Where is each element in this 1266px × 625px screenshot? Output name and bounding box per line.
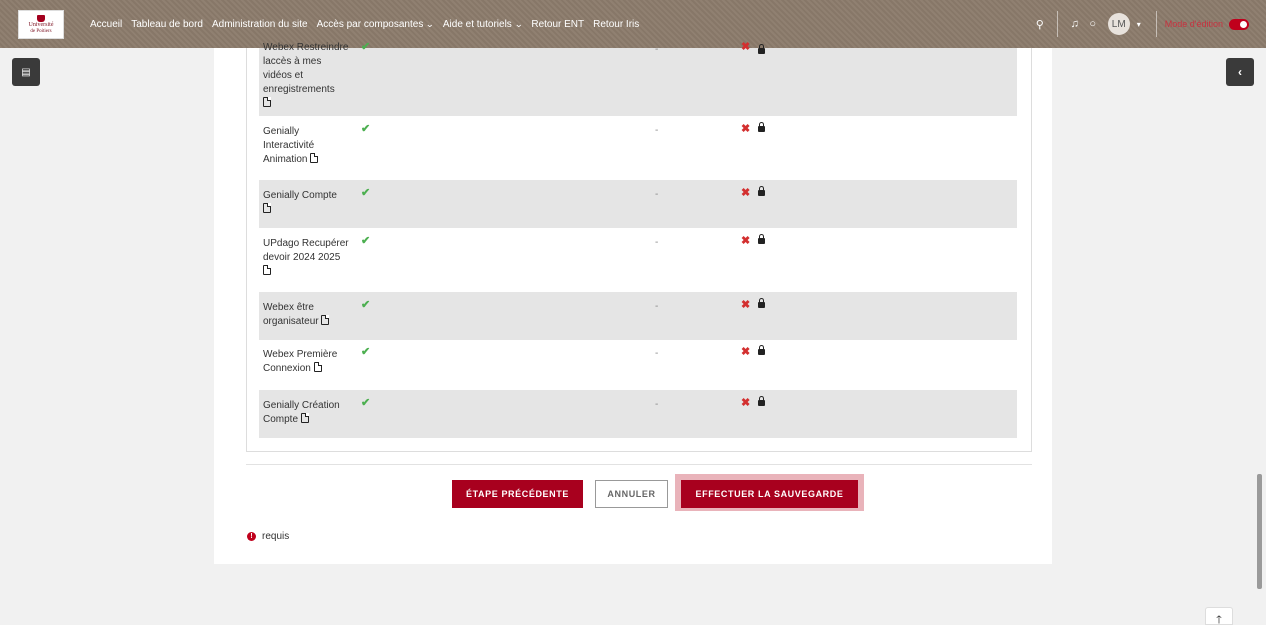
required-label: requis — [262, 531, 290, 542]
setting-value: - — [655, 348, 659, 359]
chevron-down-icon[interactable]: ▾ — [1130, 20, 1148, 29]
table-row: Webex Première Connexion ✔ - ✖ — [259, 340, 1017, 390]
divider — [1056, 11, 1058, 37]
check-icon[interactable]: ✔ — [361, 40, 370, 53]
nav-acces-composantes[interactable]: Accès par composantes ⌄ — [317, 18, 435, 30]
previous-step-button[interactable]: ÉTAPE PRÉCÉDENTE — [452, 480, 583, 508]
course-index-toggle-button[interactable]: ▤ — [12, 58, 40, 86]
check-icon[interactable]: ✔ — [361, 298, 370, 311]
required-legend: ! requis — [247, 531, 289, 542]
cross-icon[interactable]: ✖ — [741, 234, 750, 247]
settings-table-container: Webex Restreindre laccès à mes vidéos et… — [246, 41, 1032, 452]
exclamation-icon: ! — [247, 532, 256, 541]
cross-icon[interactable]: ✖ — [741, 298, 750, 311]
table-row: Genially Création Compte ✔ - ✖ — [259, 390, 1017, 438]
university-logo[interactable]: Université de Poitiers — [18, 10, 64, 39]
form-divider — [246, 464, 1032, 465]
nav-tableau-de-bord[interactable]: Tableau de bord — [131, 19, 203, 30]
navbar-actions: ⚲ ♫ ○ LM ▾ Mode d'édition — [1031, 0, 1266, 48]
lock-icon — [758, 122, 765, 132]
activity-name: Genially Compte — [263, 190, 337, 201]
divider — [1155, 11, 1157, 37]
activity-name: Webex Restreindre laccès à mes vidéos et… — [263, 42, 349, 95]
check-icon[interactable]: ✔ — [361, 396, 370, 409]
lock-icon — [758, 396, 765, 406]
chevron-left-icon: ‹ — [1238, 65, 1242, 79]
nav-aide-tutoriels[interactable]: Aide et tutoriels ⌄ — [443, 18, 524, 30]
table-row: UPdago Recupérer devoir 2024 2025 ✔ - ✖ — [259, 228, 1017, 292]
check-icon[interactable]: ✔ — [361, 345, 370, 358]
back-to-top-button[interactable]: 🡑 — [1205, 607, 1233, 625]
cancel-button[interactable]: ANNULER — [595, 480, 668, 508]
scrollbar-thumb[interactable] — [1257, 474, 1262, 589]
crest-icon — [37, 15, 45, 22]
nav-retour-iris[interactable]: Retour Iris — [593, 19, 639, 30]
activity-name: Webex être organisateur — [263, 302, 319, 327]
lock-icon — [758, 345, 765, 355]
lock-icon — [758, 298, 765, 308]
activity-name: Webex Première Connexion — [263, 349, 338, 374]
lock-icon — [758, 44, 765, 54]
avatar[interactable]: LM — [1107, 13, 1130, 35]
setting-value: - — [655, 399, 659, 410]
activity-name: UPdago Recupérer devoir 2024 2025 — [263, 238, 349, 263]
chat-icon[interactable]: ○ — [1084, 18, 1102, 30]
document-icon — [263, 203, 271, 213]
arrow-up-icon: 🡑 — [1216, 614, 1222, 625]
document-icon — [300, 413, 309, 423]
logo-line1: Université — [28, 22, 54, 28]
chevron-down-icon: ⌄ — [425, 18, 435, 29]
lock-icon — [758, 186, 765, 196]
bell-icon[interactable]: ♫ — [1066, 18, 1084, 30]
block-drawer-toggle-button[interactable]: ‹ — [1226, 58, 1254, 86]
edit-mode-label: Mode d'édition — [1164, 19, 1223, 29]
chevron-down-icon: ⌄ — [514, 18, 524, 29]
top-navbar: Université de Poitiers Accueil Tableau d… — [0, 0, 1266, 48]
setting-value: - — [655, 44, 659, 55]
document-icon — [321, 315, 330, 325]
cross-icon[interactable]: ✖ — [741, 122, 750, 135]
document-icon — [313, 362, 322, 372]
nav-retour-ent[interactable]: Retour ENT — [531, 19, 584, 30]
cross-icon[interactable]: ✖ — [741, 345, 750, 358]
document-icon — [310, 153, 319, 163]
check-icon[interactable]: ✔ — [361, 234, 370, 247]
search-icon[interactable]: ⚲ — [1031, 18, 1049, 31]
lock-icon — [758, 234, 765, 244]
setting-value: - — [655, 301, 659, 312]
check-icon[interactable]: ✔ — [361, 186, 370, 199]
activity-settings-table: Webex Restreindre laccès à mes vidéos et… — [259, 41, 1017, 438]
nav-accueil[interactable]: Accueil — [90, 19, 122, 30]
main-content-card: Webex Restreindre laccès à mes vidéos et… — [214, 41, 1052, 564]
edit-mode-toggle[interactable] — [1229, 18, 1249, 30]
nav-administration[interactable]: Administration du site — [212, 19, 308, 30]
list-icon: ▤ — [21, 66, 31, 78]
logo-line2: de Poitiers — [30, 29, 52, 34]
document-icon — [263, 97, 271, 107]
setting-value: - — [655, 125, 659, 136]
table-row: Webex Restreindre laccès à mes vidéos et… — [259, 41, 1017, 116]
cross-icon[interactable]: ✖ — [741, 40, 750, 53]
setting-value: - — [655, 237, 659, 248]
table-row: Webex être organisateur ✔ - ✖ — [259, 292, 1017, 340]
document-icon — [263, 265, 271, 275]
table-row: Genially Interactivité Animation ✔ - ✖ — [259, 116, 1017, 180]
check-icon[interactable]: ✔ — [361, 122, 370, 135]
activity-name: Genially Interactivité Animation — [263, 126, 315, 165]
cross-icon[interactable]: ✖ — [741, 186, 750, 199]
cross-icon[interactable]: ✖ — [741, 396, 750, 409]
setting-value: - — [655, 189, 659, 200]
perform-backup-button[interactable]: EFFECTUER LA SAUVEGARDE — [681, 480, 858, 508]
table-row: Genially Compte ✔ - ✖ — [259, 180, 1017, 228]
